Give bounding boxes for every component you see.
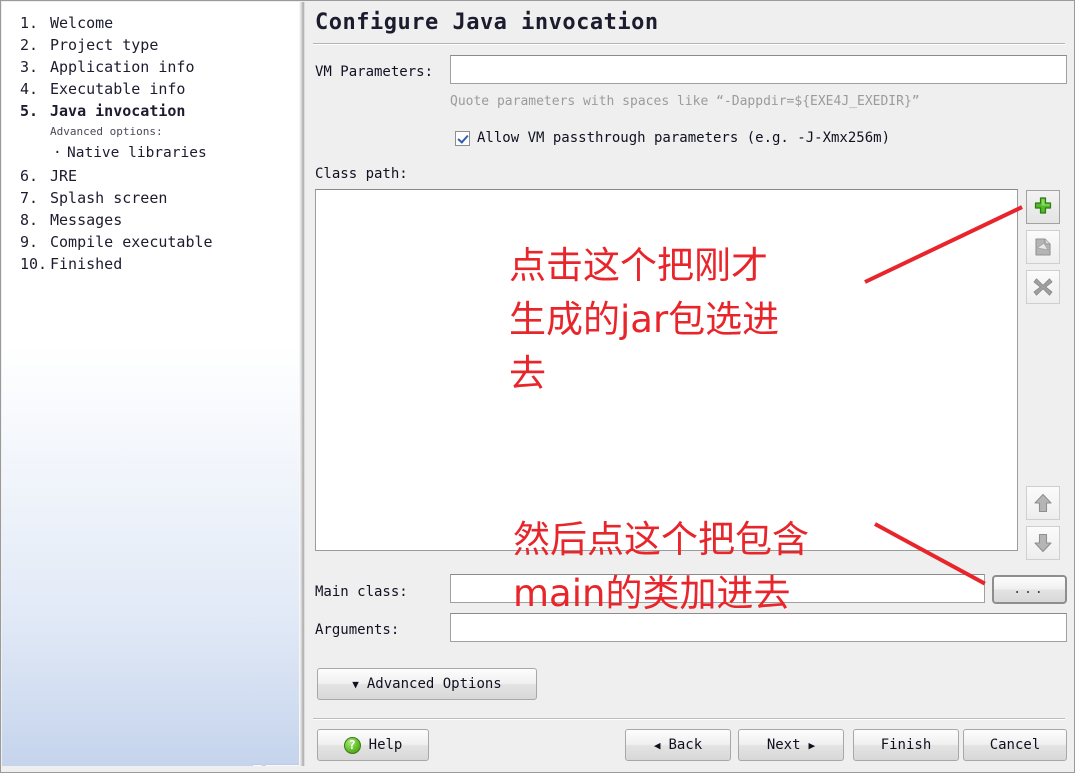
main-panel: Configure Java invocation VM Parameters:…	[305, 2, 1073, 771]
title-divider	[313, 43, 1065, 45]
sidebar-step-splash-screen[interactable]: 7. Splash screen	[20, 187, 299, 209]
step-label: Finished	[50, 255, 123, 273]
step-number: 2.	[20, 36, 39, 54]
step-label: Project type	[50, 36, 159, 54]
cancel-label: Cancel	[989, 737, 1041, 753]
help-label: Help	[368, 737, 403, 753]
arrow-down-icon	[1032, 532, 1054, 554]
step-label: JRE	[50, 167, 78, 185]
help-icon: ?	[343, 736, 361, 754]
substep-label: Native libraries	[67, 145, 207, 161]
back-button[interactable]: ◀ Back	[625, 729, 731, 761]
step-label: Application info	[50, 58, 195, 76]
classpath-add-button[interactable]	[1026, 190, 1060, 224]
step-number: 5.	[20, 102, 39, 120]
sidebar-step-application-info[interactable]: 3. Application info	[20, 56, 299, 78]
sidebar-step-welcome[interactable]: 1. Welcome	[20, 12, 299, 34]
advanced-options-button[interactable]: ▼ Advanced Options	[317, 668, 537, 700]
step-number: 7.	[20, 189, 39, 207]
chevron-down-icon: ▼	[352, 677, 359, 691]
vm-parameters-label: VM Parameters:	[315, 64, 434, 80]
sidebar-step-java-invocation[interactable]: 5. Java invocation	[20, 100, 299, 122]
step-number: 6.	[20, 167, 39, 185]
classpath-move-down-button[interactable]	[1026, 526, 1060, 560]
sidebar-substep-native-libraries[interactable]: · Native libraries	[20, 142, 299, 165]
step-number: 3.	[20, 58, 39, 76]
class-path-label: Class path:	[315, 166, 408, 182]
vm-parameters-input[interactable]	[450, 55, 1067, 84]
step-label: Executable info	[50, 80, 186, 98]
copy-icon	[1032, 236, 1054, 258]
step-number: 10.	[20, 255, 48, 273]
cancel-button[interactable]: Cancel	[963, 729, 1067, 761]
main-class-label: Main class:	[315, 584, 408, 600]
back-label: Back	[668, 737, 703, 753]
plus-icon	[1032, 196, 1054, 218]
step-number: 9.	[20, 233, 39, 251]
arrow-right-icon: ▶	[808, 738, 816, 752]
sidebar-step-project-type[interactable]: 2. Project type	[20, 34, 299, 56]
page-title: Configure Java invocation	[315, 10, 659, 35]
arguments-label: Arguments:	[315, 622, 400, 638]
arrow-up-icon	[1032, 492, 1054, 514]
finish-label: Finish	[880, 737, 932, 753]
sidebar-step-jre[interactable]: 6. JRE	[20, 165, 299, 187]
step-label: Welcome	[50, 14, 114, 32]
exe4j-logo-watermark: exe4j	[243, 762, 299, 766]
checkbox-icon[interactable]	[455, 130, 470, 146]
bullet-icon: ·	[53, 145, 62, 161]
help-button[interactable]: ? Help	[317, 729, 429, 761]
arguments-input[interactable]	[450, 613, 1067, 642]
allow-vm-passthrough-row[interactable]: Allow VM passthrough parameters (e.g. -J…	[455, 130, 890, 146]
step-label: Splash screen	[50, 189, 168, 207]
step-number: 4.	[20, 80, 39, 98]
step-number: 8.	[20, 211, 39, 229]
allow-vm-passthrough-label: Allow VM passthrough parameters (e.g. -J…	[477, 130, 891, 146]
exe4j-wizard-window: 1. Welcome 2. Project type 3. Applicatio…	[0, 0, 1075, 773]
main-class-input[interactable]	[450, 574, 985, 603]
sidebar-step-finished[interactable]: 10. Finished	[20, 253, 299, 275]
next-label: Next	[766, 737, 801, 753]
vm-parameters-hint: Quote parameters with spaces like “-Dapp…	[450, 94, 920, 109]
advanced-options-header: Advanced options:	[50, 125, 163, 138]
wizard-step-sidebar: 1. Welcome 2. Project type 3. Applicatio…	[2, 2, 299, 766]
next-button[interactable]: Next ▶	[738, 729, 844, 761]
step-label: Java invocation	[50, 102, 186, 120]
sidebar-step-messages[interactable]: 8. Messages	[20, 209, 299, 231]
finish-button[interactable]: Finish	[853, 729, 959, 761]
main-class-browse-button[interactable]: ...	[992, 575, 1067, 604]
step-label: Compile executable	[50, 233, 213, 251]
classpath-duplicate-button[interactable]	[1026, 230, 1060, 264]
advanced-options-label: Advanced Options	[366, 676, 502, 692]
footer-divider	[313, 718, 1065, 720]
arrow-left-icon: ◀	[653, 738, 661, 752]
step-number: 1.	[20, 14, 39, 32]
step-list: 1. Welcome 2. Project type 3. Applicatio…	[2, 2, 299, 275]
sidebar-step-compile-executable[interactable]: 9. Compile executable	[20, 231, 299, 253]
classpath-move-up-button[interactable]	[1026, 486, 1060, 520]
step-label: Messages	[50, 211, 123, 229]
sidebar-step-executable-info[interactable]: 4. Executable info	[20, 78, 299, 100]
ellipsis-icon: ...	[1013, 582, 1046, 597]
x-icon	[1032, 276, 1054, 298]
classpath-remove-button[interactable]	[1026, 270, 1060, 304]
class-path-list[interactable]	[315, 189, 1018, 551]
